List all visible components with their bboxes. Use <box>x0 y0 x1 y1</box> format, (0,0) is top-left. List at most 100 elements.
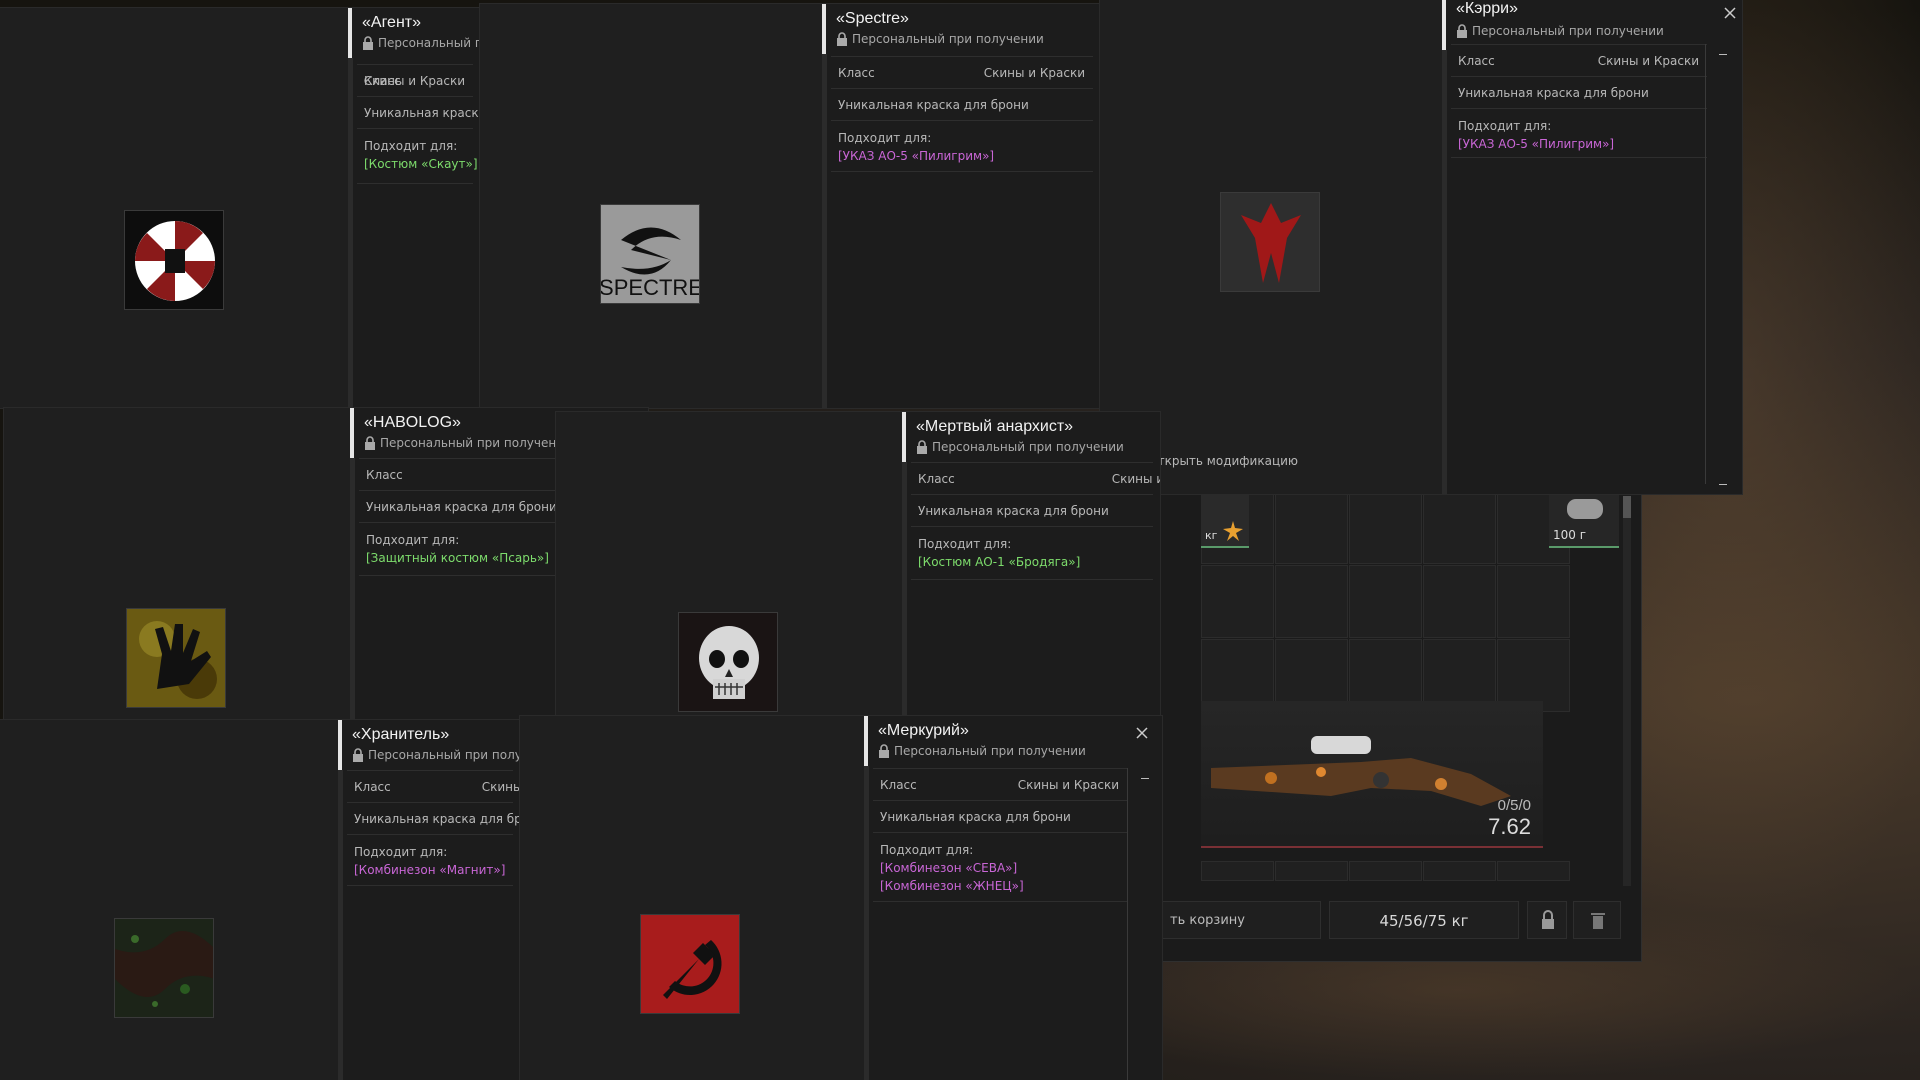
lock-icon <box>353 748 363 762</box>
inventory-cell[interactable] <box>1349 565 1422 638</box>
inventory-cell[interactable] <box>1201 565 1274 638</box>
personal-label: Персональный при получении <box>852 32 1044 46</box>
title-bar: «Spectre» Персональный при получении <box>822 4 1100 54</box>
inventory-cell[interactable] <box>1349 861 1422 881</box>
personal-label: Персональный при получении <box>932 440 1124 454</box>
skin-card-dead-anarchist: «Мертвый анархист» Персональный при полу… <box>556 412 1160 720</box>
fits-row: Подходит для: [Костюм «Скаут»] <box>357 128 478 184</box>
class-row: КлассСкины и Краски <box>1451 44 1707 76</box>
class-label: Класс <box>354 780 391 794</box>
class-row: Класс Скины и Краски <box>347 770 520 802</box>
item-weight-label: 100 г <box>1553 528 1587 542</box>
skin-preview-pane <box>0 8 348 408</box>
inventory-cell[interactable] <box>1497 861 1570 881</box>
skin-preview-pane <box>520 716 864 1080</box>
class-value: Скины и Краски <box>983 66 1085 80</box>
description: Уникальная краска для брони <box>364 106 480 120</box>
close-icon[interactable] <box>1135 726 1149 740</box>
fits-label: Подходит для: <box>918 537 1012 551</box>
fits-label: Подходит для: <box>354 845 448 859</box>
class-label: Класс <box>1458 54 1495 68</box>
class-row: КлассСкины и Краски <box>831 56 1093 88</box>
inventory-cell[interactable] <box>1349 491 1422 564</box>
inventory-cell[interactable] <box>1423 861 1496 881</box>
lock-icon <box>917 440 927 454</box>
personal-label: Персональный при получении <box>380 436 572 450</box>
skin-card-kerri: - Открыть модификацию «Кэрри» Персональн… <box>1100 0 1742 494</box>
inventory-scrollbar[interactable] <box>1623 496 1631 886</box>
class-value: Скины и Краски <box>363 74 465 88</box>
skin-preview-pane <box>0 720 338 1080</box>
lock-icon <box>837 32 847 46</box>
lock-icon <box>879 744 889 758</box>
inventory-cell[interactable] <box>1275 491 1348 564</box>
fits-label: Подходит для: <box>1458 119 1552 133</box>
class-row: КлассСкины и Краски <box>357 64 473 96</box>
personal-label: Персональный при получении <box>368 748 520 762</box>
skin-title: «HABOLOG» <box>364 414 461 431</box>
skin-title: «Spectre» <box>836 10 909 27</box>
skin-title: «Кэрри» <box>1456 0 1519 17</box>
class-value: Скины и Краски <box>481 780 520 794</box>
scrollbar-thumb[interactable] <box>1623 496 1631 518</box>
item-weight-label: кг <box>1205 529 1218 542</box>
fits-item[interactable]: [Комбинезон «ЖНЕЦ»] <box>880 877 1127 895</box>
description-row: Уникальная краска для брони <box>873 800 1127 832</box>
class-value: Скины и Краски <box>1111 472 1160 486</box>
red-demon-icon <box>1220 192 1320 292</box>
title-bar: «Меркурий» Персональный при получении <box>864 716 1162 766</box>
explosion-icon <box>1223 521 1243 541</box>
skin-info-panel: «Агент» Персональный при получении Класс… <box>348 8 480 408</box>
spectre-logo-icon: SPECTRE <box>600 204 700 304</box>
fits-item[interactable]: [УКАЗ АО-5 «Пилигрим»] <box>838 147 1093 165</box>
description: Уникальная краска для брони <box>1458 86 1649 100</box>
inventory-cell[interactable] <box>1275 565 1348 638</box>
moss-camo-icon <box>114 918 214 1018</box>
sniper-rifle-item[interactable]: 0/5/0 7.62 <box>1201 701 1543 848</box>
inventory-cell[interactable] <box>1275 861 1348 881</box>
description-row: Уникальная краска для брони <box>831 88 1093 120</box>
basket-button[interactable]: ть корзину <box>1161 901 1321 939</box>
lock-button[interactable] <box>1527 901 1567 939</box>
title-bar: «Хранитель» Персональный при получении <box>338 720 520 770</box>
class-label: Класс <box>918 472 955 486</box>
class-label: Класс <box>366 468 403 482</box>
class-row: Класс Скины и Краски <box>911 462 1160 494</box>
skin-card-agent: «Агент» Персональный при получении Класс… <box>0 8 480 408</box>
description: Уникальная краска для брони <box>880 810 1071 824</box>
skin-info-panel: «Spectre» Персональный при получении Кла… <box>822 4 1100 408</box>
fits-row: Подходит для: [УКАЗ АО-5 «Пилигрим»] <box>1451 108 1707 158</box>
fits-item[interactable]: [Комбинезон «Магнит»] <box>354 861 513 879</box>
scroll-up-mark <box>1141 778 1149 779</box>
fits-item[interactable]: [Костюм АО-1 «Бродяга»] <box>918 553 1153 571</box>
inventory-window: кг 100 г 0/5/0 7.62 ть корзину 45/56/75 … <box>1160 480 1642 962</box>
skin-info-panel: «Хранитель» Персональный при получении К… <box>338 720 520 1080</box>
trash-button[interactable] <box>1573 901 1621 939</box>
description-row: Уникальная краска для брони <box>347 802 520 834</box>
skin-preview-pane <box>4 408 350 720</box>
inventory-cell[interactable] <box>1423 491 1496 564</box>
svg-text:SPECTRE: SPECTRE <box>601 275 700 300</box>
grenade-item[interactable]: кг <box>1201 491 1249 548</box>
fits-item[interactable]: [Костюм «Скаут»] <box>364 155 478 173</box>
fits-item[interactable]: [УКАЗ АО-5 «Пилигрим»] <box>1458 135 1707 153</box>
fits-item[interactable]: [Комбинезон «СЕВА»] <box>880 859 1127 877</box>
title-bar: «Кэрри» Персональный при получении <box>1442 0 1742 50</box>
dogtag-item[interactable]: 100 г <box>1549 491 1619 548</box>
skin-info-panel: «Мертвый анархист» Персональный при полу… <box>902 412 1160 720</box>
inventory-cell[interactable] <box>1497 565 1570 638</box>
weight-readout: 45/56/75 кг <box>1329 901 1519 939</box>
rifle-icon <box>1211 736 1511 806</box>
scrollbar-track[interactable] <box>1127 768 1128 1080</box>
inventory-cell[interactable] <box>1423 565 1496 638</box>
fits-row: Подходит для: [Костюм АО-1 «Бродяга»] <box>911 526 1153 580</box>
caliber: 7.62 <box>1488 814 1531 839</box>
close-icon[interactable] <box>1723 6 1737 20</box>
scrollbar-track[interactable] <box>1705 44 1706 484</box>
dogtag-icon <box>1567 499 1603 519</box>
description: Уникальная краска для брони <box>918 504 1109 518</box>
title-bar: «Агент» Персональный при получении <box>348 8 480 58</box>
inventory-cell[interactable] <box>1201 861 1274 881</box>
skin-title: «Агент» <box>362 14 422 31</box>
rifle-stats: 0/5/0 7.62 <box>1488 797 1531 840</box>
